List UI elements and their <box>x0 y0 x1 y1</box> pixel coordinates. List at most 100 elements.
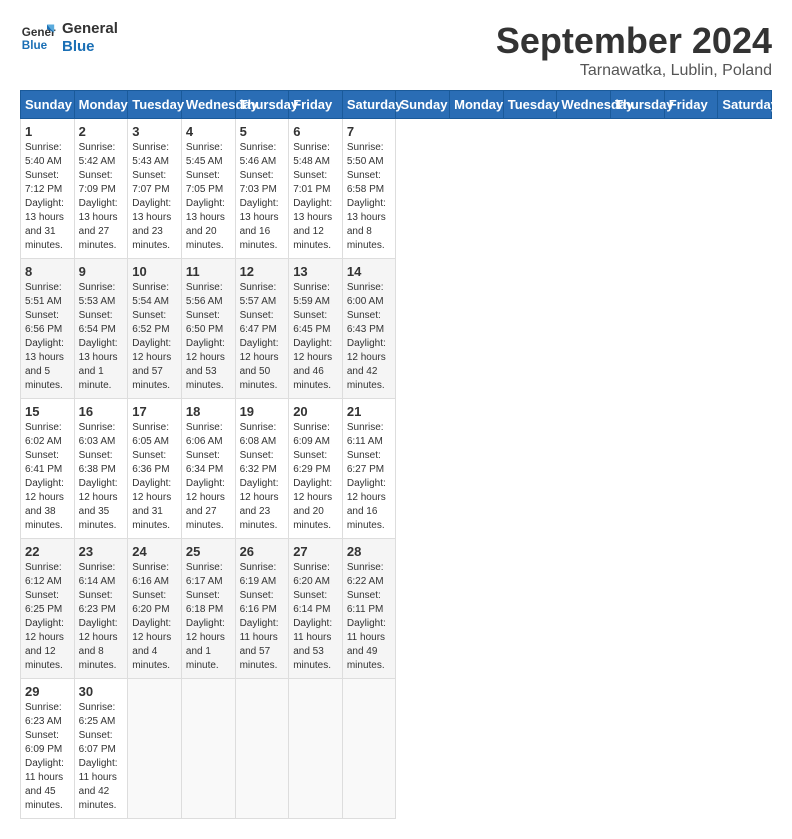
day-number: 20 <box>293 404 338 419</box>
day-number: 5 <box>240 124 285 139</box>
day-info: Sunrise: 6:03 AM Sunset: 6:38 PM Dayligh… <box>79 421 124 533</box>
month-title: September 2024 <box>496 20 772 62</box>
calendar-cell: 29Sunrise: 6:23 AM Sunset: 6:09 PM Dayli… <box>21 679 75 819</box>
day-header-friday: Friday <box>289 91 343 119</box>
day-info: Sunrise: 5:57 AM Sunset: 6:47 PM Dayligh… <box>240 281 285 393</box>
calendar-cell: 14 Sunrise: 6:00 AM Sunset: 6:43 PM Dayli… <box>342 259 396 399</box>
day-number: 7 <box>347 124 392 139</box>
day-number: 6 <box>293 124 338 139</box>
calendar-cell: 3 Sunrise: 5:43 AM Sunset: 7:07 PM Daylig… <box>128 119 182 259</box>
calendar-cell: 2Sunrise: 5:42 AM Sunset: 7:09 PM Daylig… <box>74 119 128 259</box>
day-number: 21 <box>347 404 392 419</box>
day-info: Sunrise: 6:08 AM Sunset: 6:32 PM Dayligh… <box>240 421 285 533</box>
day-number: 12 <box>240 264 285 279</box>
day-info: Sunrise: 5:43 AM Sunset: 7:07 PM Dayligh… <box>132 141 177 253</box>
calendar-cell <box>289 679 343 819</box>
day-number: 27 <box>293 544 338 559</box>
calendar-cell: 28 Sunrise: 6:22 AM Sunset: 6:11 PM Dayli… <box>342 539 396 679</box>
day-info: Sunrise: 5:45 AM Sunset: 7:05 PM Dayligh… <box>186 141 231 253</box>
calendar-row-2: 8 Sunrise: 5:51 AM Sunset: 6:56 PM Daylig… <box>21 259 772 399</box>
calendar-cell: 19 Sunrise: 6:08 AM Sunset: 6:32 PM Dayli… <box>235 399 289 539</box>
day-info: Sunrise: 6:11 AM Sunset: 6:27 PM Dayligh… <box>347 421 392 533</box>
weekday-header: Monday <box>450 91 504 119</box>
day-info: Sunrise: 5:53 AM Sunset: 6:54 PM Dayligh… <box>79 281 124 393</box>
calendar-cell: 30Sunrise: 6:25 AM Sunset: 6:07 PM Dayli… <box>74 679 128 819</box>
day-header-sunday: Sunday <box>21 91 75 119</box>
day-info: Sunrise: 6:22 AM Sunset: 6:11 PM Dayligh… <box>347 561 392 673</box>
day-number: 29 <box>25 684 70 699</box>
day-info: Sunrise: 6:20 AM Sunset: 6:14 PM Dayligh… <box>293 561 338 673</box>
day-info: Sunrise: 5:46 AM Sunset: 7:03 PM Dayligh… <box>240 141 285 253</box>
calendar-cell: 12 Sunrise: 5:57 AM Sunset: 6:47 PM Dayli… <box>235 259 289 399</box>
calendar-cell <box>235 679 289 819</box>
day-number: 1 <box>25 124 70 139</box>
day-info: Sunrise: 6:02 AM Sunset: 6:41 PM Dayligh… <box>25 421 70 533</box>
day-number: 17 <box>132 404 177 419</box>
calendar-cell: 9 Sunrise: 5:53 AM Sunset: 6:54 PM Daylig… <box>74 259 128 399</box>
day-number: 4 <box>186 124 231 139</box>
calendar-cell: 7 Sunrise: 5:50 AM Sunset: 6:58 PM Daylig… <box>342 119 396 259</box>
day-number: 2 <box>79 124 124 139</box>
calendar-cell: 13Sunrise: 5:59 AM Sunset: 6:45 PM Dayli… <box>289 259 343 399</box>
day-number: 28 <box>347 544 392 559</box>
header-row: SundayMondayTuesdayWednesdayThursdayFrid… <box>21 91 772 119</box>
calendar-cell: 27 Sunrise: 6:20 AM Sunset: 6:14 PM Dayli… <box>289 539 343 679</box>
page-header: General Blue General Blue September 2024… <box>20 20 772 80</box>
day-info: Sunrise: 5:40 AM Sunset: 7:12 PM Dayligh… <box>25 141 70 253</box>
calendar-row-1: 1 Sunrise: 5:40 AM Sunset: 7:12 PM Daylig… <box>21 119 772 259</box>
day-info: Sunrise: 5:48 AM Sunset: 7:01 PM Dayligh… <box>293 141 338 253</box>
day-number: 10 <box>132 264 177 279</box>
calendar-cell: 1 Sunrise: 5:40 AM Sunset: 7:12 PM Daylig… <box>21 119 75 259</box>
day-number: 25 <box>186 544 231 559</box>
logo-icon: General Blue <box>20 20 56 56</box>
weekday-header: Saturday <box>718 91 772 119</box>
day-number: 8 <box>25 264 70 279</box>
calendar-cell: 5 Sunrise: 5:46 AM Sunset: 7:03 PM Daylig… <box>235 119 289 259</box>
location: Tarnawatka, Lublin, Poland <box>496 62 772 80</box>
weekday-header: Friday <box>664 91 718 119</box>
day-info: Sunrise: 6:09 AM Sunset: 6:29 PM Dayligh… <box>293 421 338 533</box>
day-header-tuesday: Tuesday <box>128 91 182 119</box>
weekday-header: Sunday <box>396 91 450 119</box>
day-header-thursday: Thursday <box>235 91 289 119</box>
day-header-monday: Monday <box>74 91 128 119</box>
day-header-saturday: Saturday <box>342 91 396 119</box>
day-info: Sunrise: 6:17 AM Sunset: 6:18 PM Dayligh… <box>186 561 231 673</box>
calendar-cell: 25 Sunrise: 6:17 AM Sunset: 6:18 PM Dayli… <box>181 539 235 679</box>
day-info: Sunrise: 5:54 AM Sunset: 6:52 PM Dayligh… <box>132 281 177 393</box>
day-info: Sunrise: 6:19 AM Sunset: 6:16 PM Dayligh… <box>240 561 285 673</box>
day-info: Sunrise: 5:50 AM Sunset: 6:58 PM Dayligh… <box>347 141 392 253</box>
calendar-cell: 17Sunrise: 6:05 AM Sunset: 6:36 PM Dayli… <box>128 399 182 539</box>
day-number: 19 <box>240 404 285 419</box>
day-number: 9 <box>79 264 124 279</box>
day-info: Sunrise: 6:06 AM Sunset: 6:34 PM Dayligh… <box>186 421 231 533</box>
calendar-cell: 10 Sunrise: 5:54 AM Sunset: 6:52 PM Dayli… <box>128 259 182 399</box>
day-number: 14 <box>347 264 392 279</box>
calendar-cell: 24 Sunrise: 6:16 AM Sunset: 6:20 PM Dayli… <box>128 539 182 679</box>
weekday-header: Wednesday <box>557 91 611 119</box>
day-info: Sunrise: 6:25 AM Sunset: 6:07 PM Dayligh… <box>79 701 124 813</box>
day-number: 26 <box>240 544 285 559</box>
day-number: 3 <box>132 124 177 139</box>
day-info: Sunrise: 6:16 AM Sunset: 6:20 PM Dayligh… <box>132 561 177 673</box>
logo: General Blue General Blue <box>20 20 118 56</box>
calendar-table: SundayMondayTuesdayWednesdayThursdayFrid… <box>20 90 772 819</box>
day-number: 24 <box>132 544 177 559</box>
day-info: Sunrise: 5:51 AM Sunset: 6:56 PM Dayligh… <box>25 281 70 393</box>
calendar-row-3: 15Sunrise: 6:02 AM Sunset: 6:41 PM Dayli… <box>21 399 772 539</box>
calendar-cell: 4 Sunrise: 5:45 AM Sunset: 7:05 PM Daylig… <box>181 119 235 259</box>
calendar-cell: 26 Sunrise: 6:19 AM Sunset: 6:16 PM Dayli… <box>235 539 289 679</box>
weekday-header: Tuesday <box>503 91 557 119</box>
day-number: 22 <box>25 544 70 559</box>
calendar-row-5: 29Sunrise: 6:23 AM Sunset: 6:09 PM Dayli… <box>21 679 772 819</box>
calendar-cell <box>342 679 396 819</box>
calendar-cell: 20 Sunrise: 6:09 AM Sunset: 6:29 PM Dayli… <box>289 399 343 539</box>
calendar-cell: 23Sunrise: 6:14 AM Sunset: 6:23 PM Dayli… <box>74 539 128 679</box>
day-header-wednesday: Wednesday <box>181 91 235 119</box>
day-info: Sunrise: 6:12 AM Sunset: 6:25 PM Dayligh… <box>25 561 70 673</box>
day-info: Sunrise: 6:00 AM Sunset: 6:43 PM Dayligh… <box>347 281 392 393</box>
calendar-cell: 11Sunrise: 5:56 AM Sunset: 6:50 PM Dayli… <box>181 259 235 399</box>
day-number: 13 <box>293 264 338 279</box>
calendar-cell: 18Sunrise: 6:06 AM Sunset: 6:34 PM Dayli… <box>181 399 235 539</box>
logo-text: General Blue <box>62 20 118 56</box>
